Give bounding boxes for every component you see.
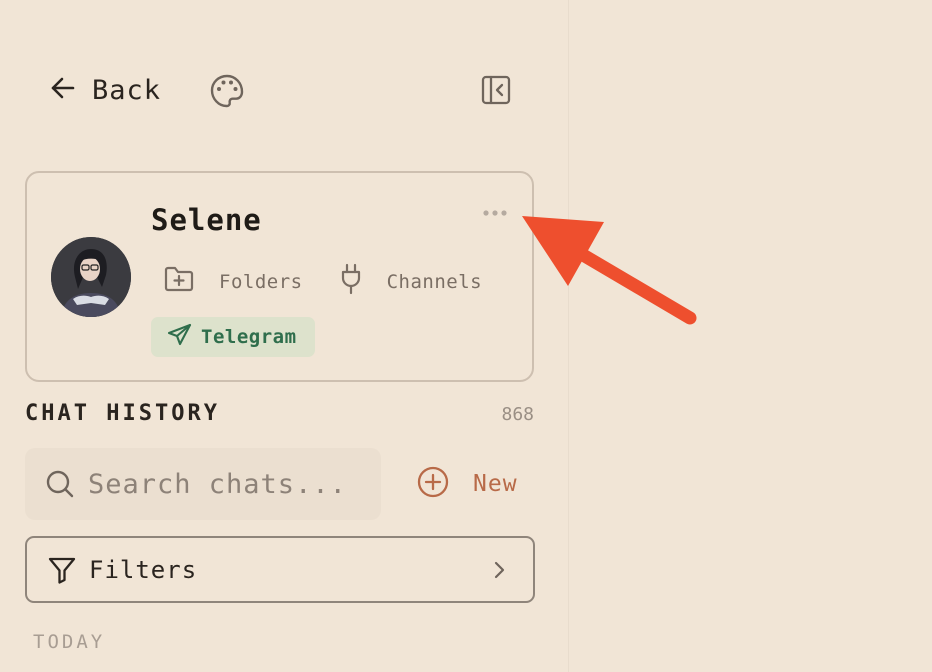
- search-icon: [44, 468, 76, 500]
- chat-history-count: 868: [501, 404, 534, 425]
- palette-icon[interactable]: [208, 72, 246, 110]
- telegram-badge[interactable]: Telegram: [151, 317, 315, 357]
- plus-circle-icon: [415, 464, 451, 504]
- channels-link[interactable]: Channels: [339, 263, 483, 300]
- search-box[interactable]: [25, 448, 381, 520]
- new-chat-label: New: [473, 471, 518, 497]
- folders-link[interactable]: Folders: [163, 264, 303, 299]
- channels-label: Channels: [386, 270, 483, 293]
- sidebar-collapse-button[interactable]: [478, 72, 514, 108]
- filters-button[interactable]: Filters: [25, 536, 535, 603]
- today-section-label: TODAY: [33, 631, 106, 653]
- folders-label: Folders: [219, 270, 303, 293]
- folder-plus-icon: [163, 264, 195, 299]
- telegram-label: Telegram: [201, 326, 297, 348]
- profile-name: Selene: [151, 203, 262, 237]
- send-icon: [167, 323, 193, 352]
- profile-links: Folders Channels: [163, 263, 482, 300]
- filter-icon: [47, 555, 77, 585]
- main-panel: [569, 0, 932, 672]
- sidebar: Back Selene Folders Channels Telegram CH…: [0, 0, 568, 672]
- new-chat-button[interactable]: New: [415, 464, 518, 504]
- profile-card: Selene Folders Channels Telegram: [25, 171, 534, 382]
- sidebar-collapse-icon: [478, 75, 514, 112]
- search-input[interactable]: [86, 467, 380, 501]
- avatar[interactable]: [51, 237, 131, 317]
- chat-history-title: CHAT HISTORY: [25, 401, 220, 426]
- chevron-right-icon: [491, 559, 507, 585]
- more-options-icon[interactable]: [482, 205, 510, 219]
- plug-icon: [339, 263, 363, 300]
- filters-label: Filters: [89, 555, 198, 584]
- back-button[interactable]: Back: [48, 70, 161, 110]
- back-label: Back: [92, 74, 162, 106]
- arrow-left-icon: [48, 73, 78, 107]
